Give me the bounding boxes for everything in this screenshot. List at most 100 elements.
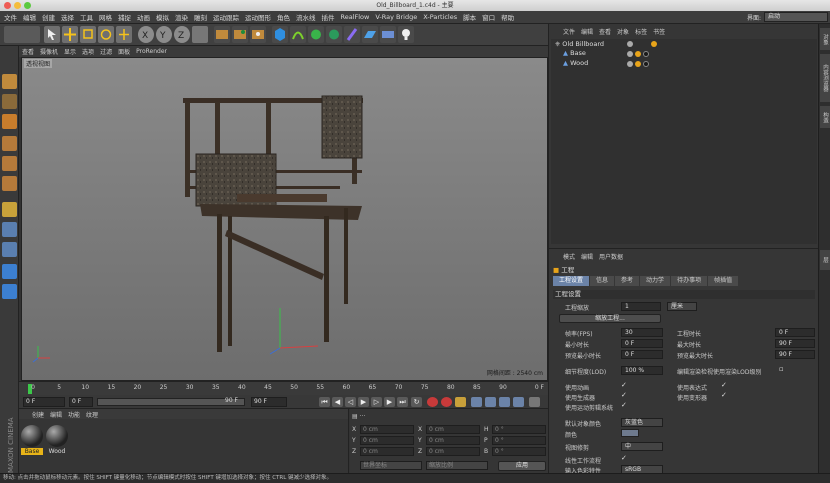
object-menu-item-2[interactable]: 查看 [599,27,611,36]
axis-mode-icon[interactable] [2,202,17,217]
rotation-h-field[interactable]: 0 ° [492,425,546,434]
render-picture-viewer-icon[interactable] [232,26,248,43]
preview-max-field[interactable]: 90 F [775,350,815,359]
phong-tag-icon[interactable] [635,61,641,67]
parameter-key-icon[interactable] [513,397,524,407]
viewport-menu-item-5[interactable]: 面板 [118,47,130,56]
object-menu-item-1[interactable]: 编辑 [581,27,593,36]
camera-object-icon[interactable] [380,26,396,43]
live-select-icon[interactable] [44,26,60,43]
lod-render-checkbox[interactable]: ▫ [779,366,786,373]
use-animation-checkbox[interactable]: ✓ [621,382,628,389]
attribute-tab-2[interactable]: 参考 [615,276,640,286]
z-axis-lock-icon[interactable]: Z [174,26,190,43]
size-x-field[interactable]: 0 cm [426,425,480,434]
undo-redo-icon[interactable] [4,26,40,43]
go-to-end-icon[interactable]: ⏭ [397,397,408,407]
light-object-icon[interactable] [398,26,414,43]
menu-item-1[interactable]: 编辑 [23,12,36,22]
previous-frame-icon[interactable]: ◁ [345,397,356,407]
menu-item-10[interactable]: 雕刻 [194,12,207,22]
menu-item-6[interactable]: 捕捉 [118,12,131,22]
scale-project-button[interactable]: 缩放工程... [559,314,661,323]
attribute-tab-4[interactable]: 待办事项 [671,276,708,286]
menu-item-17[interactable]: V-Ray Bridge [375,13,417,21]
linear-workflow-checkbox[interactable]: ✓ [621,455,628,462]
start-frame-field[interactable]: 0 F [23,397,65,407]
loop-icon[interactable]: ↻ [411,397,422,407]
menu-item-20[interactable]: 窗口 [482,12,495,22]
edges-mode-icon[interactable] [2,156,17,171]
rotation-key-icon[interactable] [499,397,510,407]
viewport-menu-item-4[interactable]: 过滤 [100,47,112,56]
layer-tag-icon[interactable] [651,41,657,47]
menu-item-5[interactable]: 网格 [99,12,112,22]
next-frame-icon[interactable]: ▷ [371,397,382,407]
position-key-icon[interactable] [471,397,482,407]
side-tab-structure[interactable]: 构造 [820,106,830,128]
end-frame-field[interactable]: 90 F [251,397,287,407]
position-y-field[interactable]: 0 cm [360,436,414,445]
tweak-mode-icon[interactable] [2,222,17,237]
menu-item-16[interactable]: RealFlow [341,13,370,21]
visibility-dot-icon[interactable] [627,41,633,47]
color-swatch[interactable] [621,429,639,437]
floor-object-icon[interactable] [362,26,378,43]
model-mode-icon[interactable] [2,94,17,109]
spline-pen-icon[interactable] [290,26,306,43]
menu-item-9[interactable]: 渲染 [175,12,188,22]
snap-icon[interactable] [2,242,17,257]
viewport-menu-item-2[interactable]: 显示 [64,47,76,56]
current-frame-field[interactable]: 0 F [69,397,93,407]
previous-key-icon[interactable]: ◀ [332,397,343,407]
position-z-field[interactable]: 0 cm [360,447,414,456]
attribute-menu-item-2[interactable]: 用户数据 [599,252,623,261]
min-time-field[interactable]: 0 F [621,339,663,348]
menu-item-15[interactable]: 插件 [322,12,335,22]
tree-item-wood[interactable]: ▲ Wood [563,59,588,68]
coordinate-system-icon[interactable] [192,26,208,43]
tree-item-base[interactable]: ▲ Base [563,49,586,58]
menu-item-19[interactable]: 脚本 [463,12,476,22]
workplane-icon[interactable] [2,264,17,279]
material-menu-item-0[interactable]: 创建 [32,410,44,419]
menu-item-4[interactable]: 工具 [80,12,93,22]
autokey-icon[interactable] [441,397,452,407]
material-menu-item-1[interactable]: 编辑 [50,410,62,419]
array-generator-icon[interactable] [326,26,342,43]
coordinate-mode-dropdown[interactable]: 世界坐标 [360,461,422,470]
side-tab-layers[interactable]: 层 [820,250,830,270]
viewport-menu-item-0[interactable]: 查看 [22,47,34,56]
object-menu-item-5[interactable]: 书签 [653,27,665,36]
menu-item-21[interactable]: 帮助 [501,12,514,22]
menu-item-8[interactable]: 模拟 [156,12,169,22]
timeline-window-icon[interactable] [529,397,540,407]
attribute-menu-item-1[interactable]: 编辑 [581,252,593,261]
menu-item-13[interactable]: 角色 [277,12,290,22]
visibility-dot-icon[interactable] [627,61,633,67]
locked-workplane-icon[interactable] [2,284,17,299]
go-to-start-icon[interactable]: ⏮ [319,397,330,407]
attribute-tab-5[interactable]: 帧插值 [708,276,739,286]
polygons-mode-icon[interactable] [2,176,17,191]
fps-field[interactable]: 30 [621,328,663,337]
perspective-viewport[interactable]: 透视视图 网格间距: 2540 cm [21,57,548,381]
object-menu-item-0[interactable]: 文件 [563,27,575,36]
use-expressions-checkbox[interactable]: ✓ [721,382,728,389]
material-menu-item-2[interactable]: 功能 [68,410,80,419]
minimize-window-button[interactable] [14,2,21,9]
play-icon[interactable]: ▶ [358,397,369,407]
visibility-dot-icon[interactable] [627,51,633,57]
use-generators-checkbox[interactable]: ✓ [621,392,628,399]
material-menu-item-3[interactable]: 纹理 [86,410,98,419]
zoom-window-button[interactable] [24,2,31,9]
attribute-tab-3[interactable]: 动力学 [640,276,671,286]
use-motion-system-checkbox[interactable]: ✓ [621,402,628,409]
material-swatch-base[interactable] [21,425,43,447]
material-swatch-wood[interactable] [46,425,68,447]
use-deformers-checkbox[interactable]: ✓ [721,392,728,399]
menu-item-3[interactable]: 选择 [61,12,74,22]
menu-item-2[interactable]: 创建 [42,12,55,22]
viewport-menu-item-3[interactable]: 选项 [82,47,94,56]
y-axis-lock-icon[interactable]: Y [156,26,172,43]
